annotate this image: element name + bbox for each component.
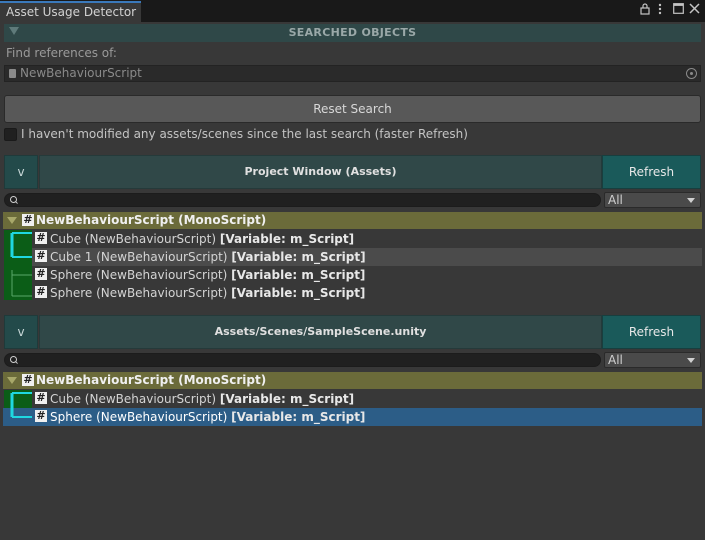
- csharp-script-icon: #: [35, 391, 47, 404]
- filter-value: All: [608, 193, 623, 207]
- refresh-button[interactable]: Refresh: [602, 155, 701, 189]
- close-icon[interactable]: [689, 3, 700, 17]
- csharp-script-icon: #: [35, 409, 47, 422]
- script-group-name: NewBehaviourScript (MonoScript): [36, 213, 267, 227]
- search-icon: [10, 196, 17, 203]
- tree-connector-overlay: [10, 408, 32, 418]
- list-item[interactable]: # Cube 1 (NewBehaviourScript) [Variable:…: [32, 248, 702, 266]
- reset-search-button[interactable]: Reset Search: [4, 95, 701, 123]
- group-filter-dropdown[interactable]: All: [604, 192, 701, 208]
- expand-arrow-icon[interactable]: [7, 377, 17, 384]
- searched-objects-foldout[interactable]: SEARCHED OBJECTS: [4, 24, 701, 42]
- expand-arrow-icon[interactable]: [7, 217, 17, 224]
- searched-objects-label: SEARCHED OBJECTS: [288, 26, 417, 39]
- refresh-button[interactable]: Refresh: [602, 315, 701, 349]
- list-item-label: Cube (NewBehaviourScript) [Variable: m_S…: [50, 232, 355, 246]
- script-group-header[interactable]: # NewBehaviourScript (MonoScript): [3, 212, 702, 229]
- list-item[interactable]: # Sphere (NewBehaviourScript) [Variable:…: [32, 284, 702, 302]
- searched-object-value: NewBehaviourScript: [20, 66, 142, 80]
- csharp-script-icon: #: [35, 285, 47, 298]
- group-filter-dropdown[interactable]: All: [604, 352, 701, 368]
- maximize-icon[interactable]: [673, 3, 684, 17]
- group-header-sample-scene[interactable]: Assets/Scenes/SampleScene.unity: [39, 315, 602, 349]
- faster-refresh-checkbox[interactable]: [4, 128, 17, 141]
- list-item-selected[interactable]: # Sphere (NewBehaviourScript) [Variable:…: [3, 408, 702, 426]
- script-group-header[interactable]: # NewBehaviourScript (MonoScript): [3, 372, 702, 389]
- list-item[interactable]: # Cube (NewBehaviourScript) [Variable: m…: [32, 230, 702, 248]
- lock-icon[interactable]: [640, 3, 650, 18]
- csharp-script-icon: #: [22, 213, 34, 226]
- script-file-icon: [9, 69, 16, 78]
- object-picker-icon[interactable]: [686, 68, 697, 79]
- list-item-label: Sphere (NewBehaviourScript) [Variable: m…: [50, 268, 366, 282]
- search-icon: [10, 356, 17, 363]
- list-item[interactable]: # Cube (NewBehaviourScript) [Variable: m…: [32, 390, 702, 408]
- csharp-script-icon: #: [35, 231, 47, 244]
- list-item-label: Cube 1 (NewBehaviourScript) [Variable: m…: [50, 250, 366, 264]
- group-search-input[interactable]: [4, 353, 601, 367]
- more-vertical-icon[interactable]: [658, 3, 662, 18]
- group-header-project-window[interactable]: Project Window (Assets): [39, 155, 602, 189]
- list-item[interactable]: # Sphere (NewBehaviourScript) [Variable:…: [32, 266, 702, 284]
- csharp-script-icon: #: [35, 249, 47, 262]
- faster-refresh-label: I haven't modified any assets/scenes sin…: [21, 127, 468, 141]
- tree-connectors: [10, 232, 32, 297]
- chevron-down-icon: [687, 358, 695, 363]
- group-collapse-toggle[interactable]: v: [4, 315, 38, 349]
- csharp-script-icon: #: [22, 373, 34, 386]
- chevron-down-icon: [687, 198, 695, 203]
- csharp-script-icon: #: [35, 267, 47, 280]
- filter-value: All: [608, 353, 623, 367]
- window-tab[interactable]: Asset Usage Detector: [0, 1, 141, 22]
- list-item-label: Cube (NewBehaviourScript) [Variable: m_S…: [50, 392, 355, 406]
- searched-object-field[interactable]: NewBehaviourScript: [4, 65, 701, 82]
- list-item-label: Sphere (NewBehaviourScript) [Variable: m…: [50, 410, 366, 424]
- script-group-name: NewBehaviourScript (MonoScript): [36, 373, 267, 387]
- group-collapse-toggle[interactable]: v: [4, 155, 38, 189]
- list-item-label: Sphere (NewBehaviourScript) [Variable: m…: [50, 286, 366, 300]
- group-search-input[interactable]: [4, 193, 601, 207]
- find-references-label: Find references of:: [6, 46, 117, 60]
